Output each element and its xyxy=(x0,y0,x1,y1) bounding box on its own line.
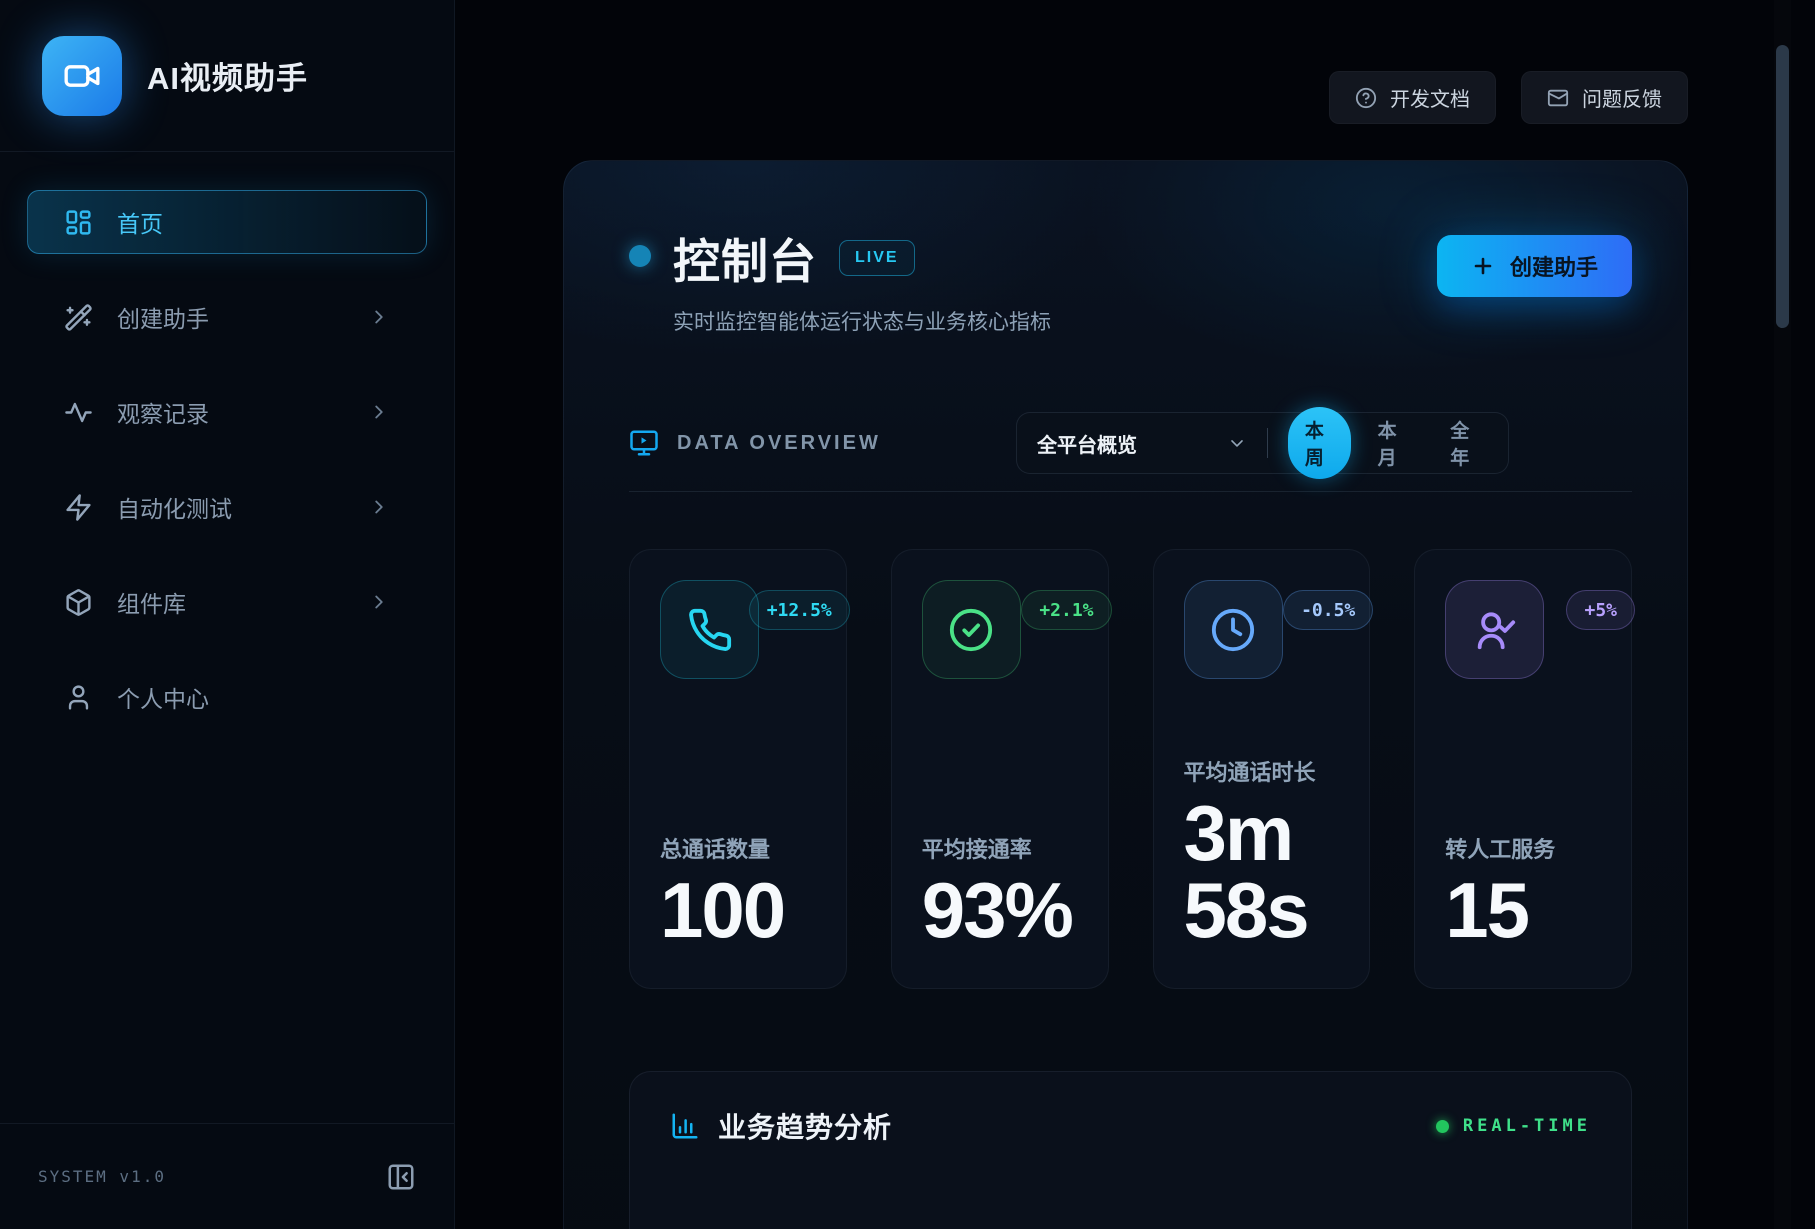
console-title-block: 控制台 LIVE 实时监控智能体运行状态与业务核心指标 xyxy=(629,223,1051,336)
sidebar: AI视频助手 首页 创建助手 xyxy=(0,0,455,1229)
stat-value: 15 xyxy=(1445,872,1601,948)
tab-this-week[interactable]: 本周 xyxy=(1288,407,1351,479)
sidebar-item-label: 个人中心 xyxy=(117,680,209,714)
chevron-right-icon xyxy=(368,401,390,423)
phone-icon xyxy=(660,580,759,679)
realtime-label: REAL-TIME xyxy=(1463,1116,1591,1136)
page-title: 控制台 xyxy=(673,223,817,292)
sidebar-item-label: 自动化测试 xyxy=(117,490,232,524)
platform-select-value: 全平台概览 xyxy=(1037,429,1137,458)
chevron-down-icon xyxy=(1227,433,1247,453)
feedback-label: 问题反馈 xyxy=(1582,83,1662,112)
console-subtitle: 实时监控智能体运行状态与业务核心指标 xyxy=(673,306,1051,336)
stat-value: 93% xyxy=(922,872,1078,948)
stat-label: 平均通话时长 xyxy=(1184,755,1340,787)
sidebar-item-component-library[interactable]: 组件库 xyxy=(27,570,427,634)
sidebar-nav: 首页 创建助手 xyxy=(0,152,454,729)
activity-icon xyxy=(64,398,93,427)
monitor-play-icon xyxy=(629,428,659,458)
tab-this-year[interactable]: 全年 xyxy=(1433,407,1496,479)
dev-docs-label: 开发文档 xyxy=(1390,83,1470,112)
create-assistant-label: 创建助手 xyxy=(1510,250,1598,282)
scrollbar-thumb[interactable] xyxy=(1776,45,1789,328)
realtime-dot xyxy=(1436,1120,1449,1133)
data-overview-label-group: DATA OVERVIEW xyxy=(629,428,1016,458)
sidebar-item-automation-test[interactable]: 自动化测试 xyxy=(27,475,427,539)
data-overview-row: DATA OVERVIEW 全平台概览 本周 本月 全年 xyxy=(629,412,1632,474)
dev-docs-button[interactable]: 开发文档 xyxy=(1329,71,1496,124)
realtime-indicator: REAL-TIME xyxy=(1436,1116,1591,1136)
delta-badge: +2.1% xyxy=(1021,590,1111,630)
stat-value: 100 xyxy=(660,872,816,948)
trend-header: 业务趋势分析 REAL-TIME xyxy=(670,1106,1591,1146)
app-logo xyxy=(42,36,122,116)
user-icon xyxy=(64,683,93,712)
user-check-icon xyxy=(1445,580,1544,679)
console-header: 控制台 LIVE 实时监控智能体运行状态与业务核心指标 创建助手 xyxy=(629,223,1632,336)
status-dot xyxy=(629,245,651,267)
delta-badge: +5% xyxy=(1566,590,1635,630)
stat-card-human-transfer: +5% 转人工服务 15 xyxy=(1414,549,1632,989)
bar-chart-icon xyxy=(670,1111,700,1141)
stat-label: 总通话数量 xyxy=(660,832,816,864)
sidebar-item-create-assistant[interactable]: 创建助手 xyxy=(27,285,427,349)
wand-icon xyxy=(64,303,93,332)
sidebar-item-observation-log[interactable]: 观察记录 xyxy=(27,380,427,444)
check-circle-icon xyxy=(922,580,1021,679)
zap-icon xyxy=(64,493,93,522)
feedback-button[interactable]: 问题反馈 xyxy=(1521,71,1688,124)
controls-divider xyxy=(1267,428,1268,458)
plus-icon xyxy=(1471,254,1495,278)
collapse-sidebar-button[interactable] xyxy=(386,1162,416,1192)
stat-card-answer-rate: +2.1% 平均接通率 93% xyxy=(891,549,1109,989)
topbar: 开发文档 问题反馈 xyxy=(1329,71,1688,124)
overview-controls: 全平台概览 本周 本月 全年 xyxy=(1016,412,1509,474)
sidebar-footer: SYSTEM v1.0 xyxy=(0,1123,454,1229)
data-overview-label: DATA OVERVIEW xyxy=(677,432,881,455)
app-root: AI视频助手 首页 创建助手 xyxy=(0,0,1815,1229)
chevron-right-icon xyxy=(368,306,390,328)
stat-card-avg-duration: -0.5% 平均通话时长 3m 58s xyxy=(1153,549,1371,989)
sidebar-item-home[interactable]: 首页 xyxy=(27,190,427,254)
stat-label: 转人工服务 xyxy=(1445,832,1601,864)
video-camera-icon xyxy=(62,56,102,96)
chevron-right-icon xyxy=(368,496,390,518)
trend-analysis-card: 业务趋势分析 REAL-TIME xyxy=(629,1071,1632,1229)
period-tabs: 本周 本月 全年 xyxy=(1288,407,1496,479)
stat-card-total-calls: +12.5% 总通话数量 100 xyxy=(629,549,847,989)
console-panel: 控制台 LIVE 实时监控智能体运行状态与业务核心指标 创建助手 xyxy=(563,160,1688,1229)
platform-select[interactable]: 全平台概览 xyxy=(1037,429,1247,458)
section-divider xyxy=(629,491,1632,492)
sidebar-item-label: 首页 xyxy=(117,205,163,239)
panel-collapse-icon xyxy=(386,1162,416,1192)
delta-badge: +12.5% xyxy=(749,590,850,630)
tab-this-month[interactable]: 本月 xyxy=(1361,407,1424,479)
chevron-right-icon xyxy=(368,591,390,613)
trend-title: 业务趋势分析 xyxy=(718,1106,892,1146)
help-circle-icon xyxy=(1355,87,1377,109)
delta-badge: -0.5% xyxy=(1283,590,1373,630)
create-assistant-button[interactable]: 创建助手 xyxy=(1437,235,1632,297)
mail-icon xyxy=(1547,87,1569,109)
stat-label: 平均接通率 xyxy=(922,832,1078,864)
stat-value: 3m 58s xyxy=(1184,795,1340,948)
dashboard-icon xyxy=(64,208,93,237)
box-icon xyxy=(64,588,93,617)
stat-cards: +12.5% 总通话数量 100 +2.1% 平均接通率 93% xyxy=(629,549,1632,989)
app-title: AI视频助手 xyxy=(147,53,308,98)
brand: AI视频助手 xyxy=(0,0,454,152)
sidebar-item-label: 组件库 xyxy=(117,585,186,619)
sidebar-item-label: 创建助手 xyxy=(117,300,209,334)
clock-icon xyxy=(1184,580,1283,679)
sidebar-item-personal-center[interactable]: 个人中心 xyxy=(27,665,427,729)
system-version: SYSTEM v1.0 xyxy=(38,1167,166,1186)
live-badge: LIVE xyxy=(839,240,915,276)
sidebar-item-label: 观察记录 xyxy=(117,395,209,429)
